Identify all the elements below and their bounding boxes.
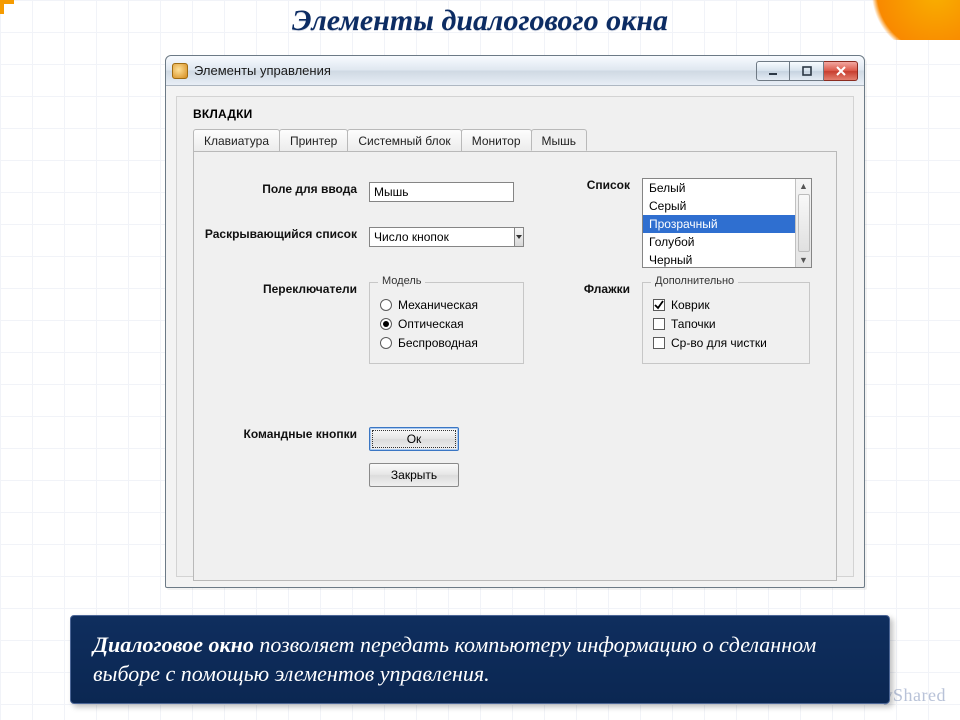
- radio-icon: [380, 318, 392, 330]
- scrollbar[interactable]: ▲ ▼: [795, 179, 811, 267]
- list-item[interactable]: Серый: [643, 197, 811, 215]
- scroll-up-icon[interactable]: ▲: [797, 179, 811, 193]
- tab-system[interactable]: Системный блок: [347, 129, 461, 152]
- radio-label: Беспроводная: [398, 336, 478, 350]
- checkbox-icon: [653, 337, 665, 349]
- label-list: Список: [552, 178, 642, 192]
- radio-optical[interactable]: Оптическая: [380, 317, 513, 331]
- slide-caption: Диалоговое окно позволяет передать компь…: [70, 615, 890, 704]
- combo-value[interactable]: [369, 227, 514, 247]
- client-area: ВКЛАДКИ Клавиатура Принтер Системный бло…: [176, 96, 854, 577]
- check-cleaning[interactable]: Ср-во для чистки: [653, 336, 799, 350]
- check-label: Ср-во для чистки: [671, 336, 767, 350]
- radio-wireless[interactable]: Беспроводная: [380, 336, 513, 350]
- tabstrip: Клавиатура Принтер Системный блок Монито…: [193, 127, 837, 151]
- checkbox-icon: [653, 318, 665, 330]
- listbox-colors[interactable]: Белый Серый Прозрачный Голубой Черный ▲ …: [642, 178, 812, 268]
- label-checks: Флажки: [552, 282, 642, 296]
- minimize-button[interactable]: [756, 61, 790, 81]
- ok-button[interactable]: Ок: [369, 427, 459, 451]
- list-item[interactable]: Белый: [643, 179, 811, 197]
- tab-printer[interactable]: Принтер: [279, 129, 348, 152]
- tab-mouse[interactable]: Мышь: [531, 129, 588, 151]
- window-title: Элементы управления: [194, 63, 331, 78]
- tab-monitor[interactable]: Монитор: [461, 129, 532, 152]
- titlebar[interactable]: Элементы управления: [166, 56, 864, 86]
- list-item[interactable]: Черный: [643, 251, 811, 268]
- list-item[interactable]: Голубой: [643, 233, 811, 251]
- chevron-down-icon[interactable]: [514, 227, 524, 247]
- check-slippers[interactable]: Тапочки: [653, 317, 799, 331]
- label-radios: Переключатели: [194, 282, 369, 296]
- radio-label: Механическая: [398, 298, 478, 312]
- radio-icon: [380, 337, 392, 349]
- label-combo: Раскрывающийся список: [194, 227, 369, 241]
- groupbox-extra-legend: Дополнительно: [651, 275, 738, 287]
- text-input-mouse[interactable]: [369, 182, 514, 202]
- close-button[interactable]: [824, 61, 858, 81]
- radio-mechanical[interactable]: Механическая: [380, 298, 513, 312]
- check-mousepad[interactable]: Коврик: [653, 298, 799, 312]
- close-dialog-button[interactable]: Закрыть: [369, 463, 459, 487]
- groupbox-model: Модель Механическая Оптическая Беспровод…: [369, 282, 524, 364]
- scroll-thumb[interactable]: [798, 194, 810, 252]
- tab-keyboard[interactable]: Клавиатура: [193, 129, 280, 152]
- check-label: Коврик: [671, 298, 710, 312]
- tabs-section-label: ВКЛАДКИ: [193, 107, 837, 121]
- radio-label: Оптическая: [398, 317, 464, 331]
- checkbox-icon: [653, 299, 665, 311]
- check-label: Тапочки: [671, 317, 716, 331]
- combo-buttons-count[interactable]: [369, 227, 514, 247]
- tab-panel: Поле для ввода Раскрывающийся список: [193, 151, 837, 581]
- radio-icon: [380, 299, 392, 311]
- label-cmd-buttons: Командные кнопки: [194, 427, 369, 441]
- dialog-window: Элементы управления ВКЛАДКИ Клавиатура П…: [165, 55, 865, 588]
- slide-title: Элементы диалогового окна: [0, 4, 960, 38]
- groupbox-extra: Дополнительно Коврик Тапочки: [642, 282, 810, 364]
- label-input: Поле для ввода: [194, 182, 369, 196]
- list-item[interactable]: Прозрачный: [643, 215, 811, 233]
- app-icon: [172, 63, 188, 79]
- scroll-down-icon[interactable]: ▼: [797, 253, 811, 267]
- maximize-button[interactable]: [790, 61, 824, 81]
- groupbox-model-legend: Модель: [378, 275, 425, 287]
- caption-lead: Диалоговое окно: [93, 632, 254, 657]
